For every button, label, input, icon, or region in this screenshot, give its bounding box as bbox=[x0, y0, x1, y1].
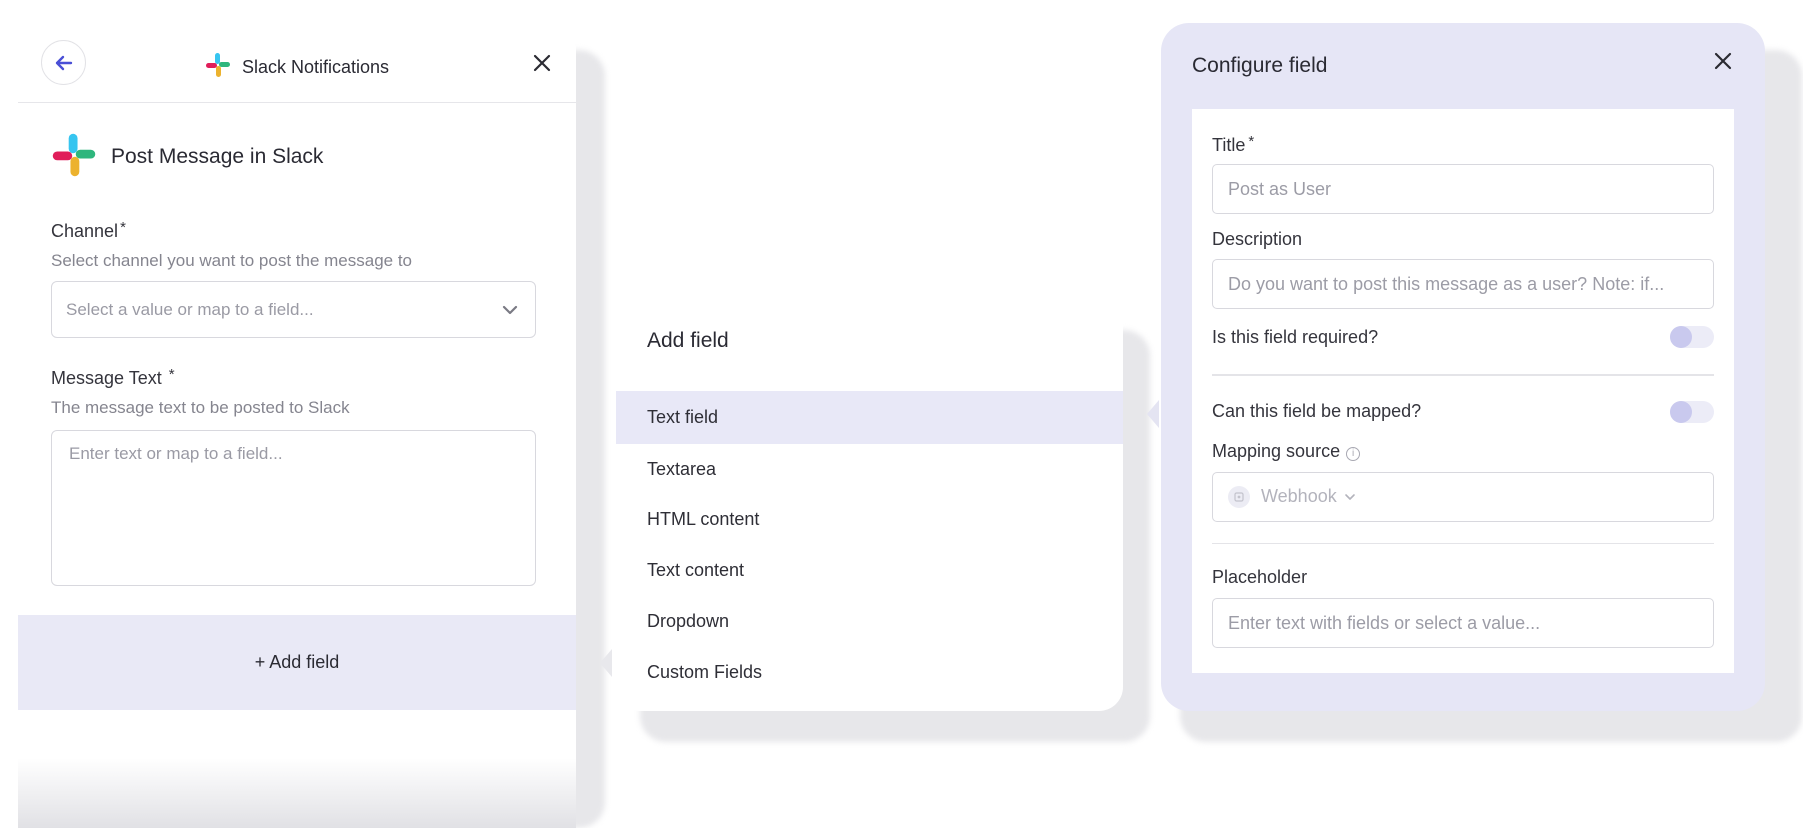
configure-field-title: Configure field bbox=[1192, 54, 1328, 77]
title-label: Title * bbox=[1212, 133, 1714, 156]
popover-pointer bbox=[1147, 400, 1159, 428]
toggle-knob bbox=[1670, 400, 1692, 423]
message-text-placeholder: Enter text or map to a field... bbox=[69, 444, 283, 463]
chevron-down-icon bbox=[1344, 493, 1355, 500]
required-mark: * bbox=[168, 366, 175, 383]
description-input[interactable]: Do you want to post this message as a us… bbox=[1212, 259, 1714, 309]
title-label-text: Title bbox=[1212, 135, 1246, 155]
mapped-toggle-row: Can this field be mapped? bbox=[1212, 399, 1714, 425]
menu-item-dropdown[interactable]: Dropdown bbox=[616, 596, 1123, 646]
placeholder-input[interactable]: Enter text with fields or select a value… bbox=[1212, 598, 1714, 648]
title-input-placeholder: Post as User bbox=[1228, 178, 1332, 199]
slack-logo-icon bbox=[51, 132, 97, 183]
menu-item-custom-fields[interactable]: Custom Fields bbox=[616, 647, 1123, 697]
required-mark: * bbox=[1248, 133, 1255, 150]
message-text-field: Message Text * The message text to be po… bbox=[51, 366, 536, 586]
panel-title: Slack Notifications bbox=[18, 52, 576, 83]
channel-help: Select channel you want to post the mess… bbox=[51, 251, 413, 270]
action-title: Post Message in Slack bbox=[111, 145, 324, 168]
configure-field-panel: Configure field Title * Post as User Desc… bbox=[1161, 23, 1765, 711]
add-field-menu-title: Add field bbox=[647, 329, 729, 352]
channel-select-placeholder: Select a value or map to a field... bbox=[66, 299, 314, 319]
description-label: Description bbox=[1212, 229, 1303, 249]
menu-item-text-field[interactable]: Text field bbox=[616, 391, 1123, 444]
add-field-button[interactable]: + Add field bbox=[18, 615, 576, 710]
channel-label-text: Channel bbox=[51, 221, 119, 241]
message-text-label: Message Text * bbox=[51, 366, 536, 389]
message-text-label-text: Message Text bbox=[51, 368, 162, 388]
close-icon[interactable] bbox=[1711, 49, 1735, 73]
description-input-placeholder: Do you want to post this message as a us… bbox=[1228, 273, 1665, 294]
webhook-icon bbox=[1228, 485, 1250, 508]
channel-label: Channel * bbox=[51, 219, 536, 242]
configure-field-form: Title * Post as User Description Do you w… bbox=[1192, 109, 1734, 673]
info-icon[interactable]: i bbox=[1346, 446, 1361, 461]
action-heading: Post Message in Slack bbox=[51, 133, 536, 181]
channel-select[interactable]: Select a value or map to a field... bbox=[51, 281, 536, 338]
panel-title-text: Slack Notifications bbox=[241, 57, 390, 77]
required-toggle-label: Is this field required? bbox=[1212, 326, 1379, 347]
slack-logo-icon bbox=[205, 52, 231, 83]
panel-fade bbox=[18, 758, 576, 828]
menu-item-text-content[interactable]: Text content bbox=[616, 546, 1123, 596]
section-divider bbox=[1212, 374, 1714, 376]
message-text-help: The message text to be posted to Slack bbox=[51, 398, 350, 417]
title-input[interactable]: Post as User bbox=[1212, 164, 1714, 214]
mapped-toggle[interactable] bbox=[1670, 400, 1714, 423]
placeholder-label: Placeholder bbox=[1212, 567, 1308, 587]
add-field-menu: Add field Text field Textarea HTML conte… bbox=[616, 303, 1123, 711]
webhook-selector[interactable]: Webhook bbox=[1228, 485, 1357, 508]
channel-field: Channel * Select channel you want to post… bbox=[51, 219, 536, 338]
message-text-textarea[interactable]: Enter text or map to a field... bbox=[51, 430, 536, 586]
mapping-source-select[interactable]: Webhook bbox=[1212, 471, 1714, 522]
required-toggle-row: Is this field required? bbox=[1212, 324, 1714, 350]
chevron-down-icon bbox=[502, 305, 518, 314]
panel-body: Post Message in Slack Channel * Select ch… bbox=[18, 133, 576, 586]
mapped-toggle-label: Can this field be mapped? bbox=[1212, 401, 1422, 421]
panel-header: Slack Notifications bbox=[18, 23, 576, 103]
field-type-list: Text field Textarea HTML content Text co… bbox=[616, 391, 1123, 698]
required-mark: * bbox=[120, 219, 126, 236]
mapping-source-label: Mapping source i bbox=[1212, 441, 1714, 462]
menu-item-html-content[interactable]: HTML content bbox=[616, 495, 1123, 545]
popover-pointer bbox=[600, 649, 612, 677]
slack-notifications-panel: Slack Notifications Post Message in Slac… bbox=[18, 23, 576, 828]
section-divider bbox=[1212, 542, 1714, 544]
placeholder-input-placeholder: Enter text with fields or select a value… bbox=[1228, 612, 1541, 633]
menu-item-textarea[interactable]: Textarea bbox=[616, 444, 1123, 494]
mapping-source-label-text: Mapping source bbox=[1212, 440, 1341, 461]
webhook-label: Webhook bbox=[1261, 486, 1337, 506]
close-icon[interactable] bbox=[530, 51, 554, 75]
required-toggle[interactable] bbox=[1670, 326, 1714, 348]
toggle-knob bbox=[1670, 326, 1692, 348]
